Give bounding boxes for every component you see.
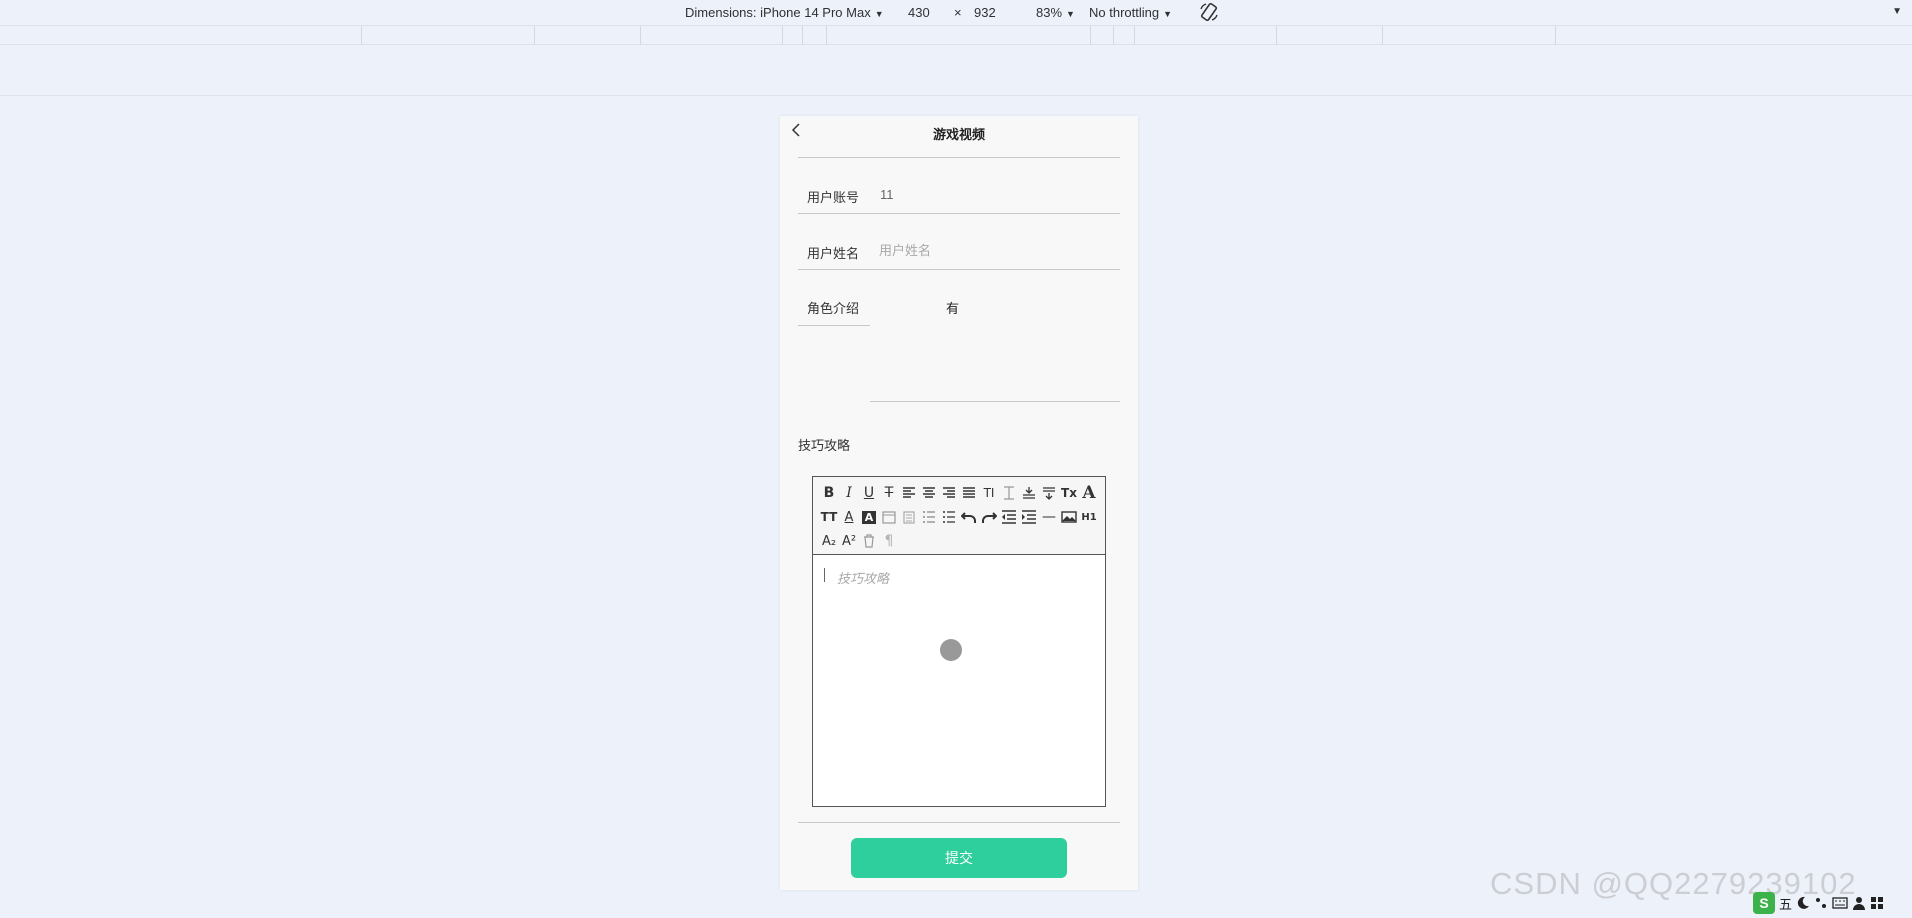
toolbar-row: TT A A — H1: [819, 505, 1101, 529]
delete-icon[interactable]: [859, 531, 879, 551]
more-caret-icon[interactable]: ▼: [1892, 6, 1902, 17]
submit-button[interactable]: 提交: [851, 838, 1067, 878]
ime-mode[interactable]: 五: [1779, 894, 1792, 913]
zoom-select[interactable]: 83% ▼: [1036, 5, 1075, 20]
italic-icon[interactable]: I: [839, 483, 859, 503]
page-title: 游戏视频: [932, 127, 985, 142]
media-query-ruler: [0, 25, 1912, 45]
font-icon[interactable]: A: [1079, 483, 1099, 503]
editor-content[interactable]: 技巧攻略: [813, 555, 1105, 806]
width-input[interactable]: 430: [908, 5, 930, 20]
grid-icon[interactable]: [1870, 896, 1884, 910]
date-icon[interactable]: [879, 507, 899, 527]
align-justify-icon[interactable]: [959, 483, 979, 503]
throttling-label: No throttling: [1089, 5, 1160, 20]
header-size-icon[interactable]: TT: [819, 507, 839, 527]
toolbar-row: A₂ A² ¶: [819, 529, 1101, 553]
text-caret: [824, 568, 825, 582]
phone-viewport: 游戏视频 用户账号 11 用户姓名 角色介绍 有 技巧攻略 B I U T TI: [780, 116, 1138, 890]
clipboard-icon[interactable]: [899, 507, 919, 527]
caret-down-icon: ▼: [1163, 9, 1173, 19]
image-icon[interactable]: [1059, 507, 1079, 527]
caret-down-icon: ▼: [1066, 9, 1075, 19]
redo-icon[interactable]: [979, 507, 999, 527]
account-label: 用户账号: [807, 190, 860, 205]
align-right-icon[interactable]: [939, 483, 959, 503]
ime-logo-icon[interactable]: S: [1753, 892, 1775, 914]
device-label: Dimensions: iPhone 14 Pro Max: [685, 5, 871, 20]
paragraph-icon[interactable]: ¶: [879, 531, 899, 551]
align-center-icon[interactable]: [919, 483, 939, 503]
caret-down-icon: ▼: [874, 9, 884, 19]
role-textarea-underline: [870, 401, 1120, 402]
moon-icon[interactable]: [1796, 896, 1810, 910]
nav-bar: 游戏视频: [780, 116, 1138, 146]
ime-toolbar: S 五: [1753, 892, 1910, 914]
unordered-list-icon[interactable]: [939, 507, 959, 527]
align-left-icon[interactable]: [899, 483, 919, 503]
zoom-label: 83%: [1036, 5, 1063, 20]
devtools-device-bar: Dimensions: iPhone 14 Pro Max ▼ 430 × 932…: [0, 0, 1912, 25]
editor-placeholder: 技巧攻略: [837, 571, 890, 586]
role-label-underline: [798, 325, 870, 326]
rotate-icon[interactable]: [1198, 1, 1220, 23]
letter-spacing-icon[interactable]: [1019, 483, 1039, 503]
name-underline: [798, 269, 1120, 270]
editor-toolbar: B I U T TI Tx A TT A A — H1 A₂ A² ¶: [813, 477, 1105, 555]
name-input[interactable]: [879, 240, 1099, 260]
nav-divider: [798, 157, 1120, 158]
underline-icon[interactable]: U: [859, 483, 879, 503]
user-icon[interactable]: [1852, 896, 1866, 910]
height-input[interactable]: 932: [974, 5, 996, 20]
times-sign: ×: [954, 5, 962, 20]
undo-icon[interactable]: [959, 507, 979, 527]
bold-icon[interactable]: B: [819, 483, 839, 503]
device-select[interactable]: Dimensions: iPhone 14 Pro Max ▼: [685, 5, 884, 20]
name-label: 用户姓名: [807, 246, 860, 261]
h1-icon[interactable]: H1: [1079, 507, 1099, 527]
clear-format-icon[interactable]: Tx: [1059, 483, 1079, 503]
horizontal-rule-icon[interactable]: —: [1039, 507, 1059, 527]
toolbar-row: B I U T TI Tx A: [819, 481, 1101, 505]
outdent-icon[interactable]: [999, 507, 1019, 527]
font-color-icon[interactable]: A: [839, 507, 859, 527]
devtools-divider: [0, 95, 1912, 96]
ordered-list-icon[interactable]: [919, 507, 939, 527]
indent-icon[interactable]: [1019, 507, 1039, 527]
touch-cursor: [940, 639, 962, 661]
throttling-select[interactable]: No throttling ▼: [1089, 5, 1172, 20]
keyboard-icon[interactable]: [1832, 896, 1848, 910]
background-color-icon[interactable]: A: [859, 507, 879, 527]
role-label: 角色介绍: [807, 301, 860, 316]
font-size-icon[interactable]: TI: [979, 483, 999, 503]
subscript-icon[interactable]: A₂: [819, 531, 839, 551]
account-underline: [798, 213, 1120, 214]
form-bottom-divider: [798, 822, 1120, 823]
account-field[interactable]: 11: [880, 187, 894, 202]
punctuation-icon[interactable]: [1814, 896, 1828, 910]
role-textarea[interactable]: 有: [946, 298, 959, 317]
strategy-label: 技巧攻略: [798, 438, 851, 453]
rich-text-editor: B I U T TI Tx A TT A A — H1 A₂ A² ¶ 技巧攻略: [812, 476, 1106, 807]
superscript-icon[interactable]: A²: [839, 531, 859, 551]
paragraph-spacing-icon[interactable]: [1039, 483, 1059, 503]
line-height-icon[interactable]: [999, 483, 1019, 503]
background-color-glyph: A: [861, 510, 877, 524]
strikethrough-icon[interactable]: T: [879, 483, 899, 503]
